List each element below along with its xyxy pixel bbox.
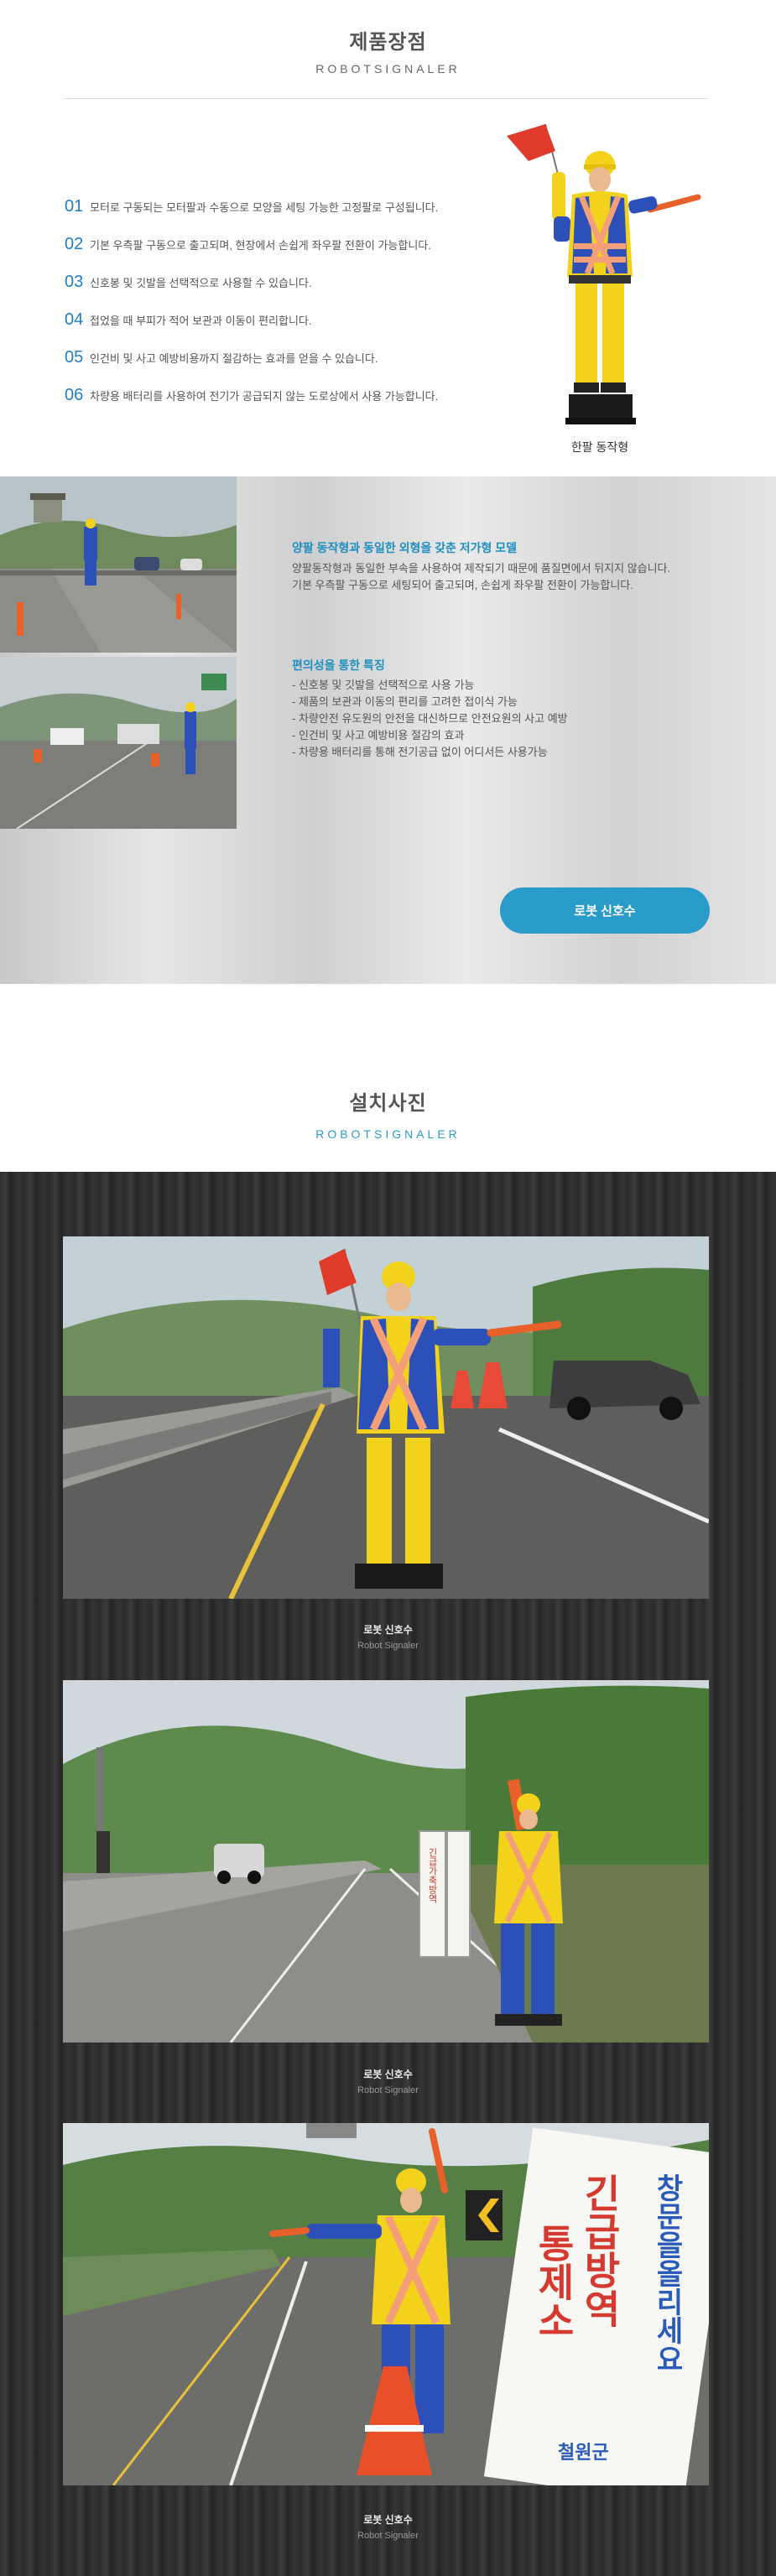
feature-item: 04 접었을 때 부피가 적어 보관과 이동이 편리합니다. xyxy=(65,301,501,339)
feature-number: 06 xyxy=(65,386,84,404)
feature-text: 모터로 구동되는 모터팔과 수동으로 모양을 세팅 가능한 고정팔로 구성됩니다… xyxy=(90,201,439,214)
feature-text: 기본 우측팔 구동으로 출고되며, 현장에서 손쉽게 좌우팔 전환이 가능합니다… xyxy=(90,239,431,252)
install-photo-2: 긴급가축방역 xyxy=(63,1680,709,2043)
caption-english: Robot Signaler xyxy=(357,2531,419,2541)
install-photo-1 xyxy=(63,1236,709,1599)
feature-item: 05 인건비 및 사고 예방비용까지 절감하는 효과를 얻을 수 있습니다. xyxy=(65,339,501,377)
caption-korean: 로봇 신호수 xyxy=(363,2514,413,2526)
feature-number: 05 xyxy=(65,348,84,367)
convenience-item: - 차량용 배터리를 통해 전기공급 없이 어디서든 사용가능 xyxy=(292,746,548,758)
photo-caption: 로봇 신호수 Robot Signaler xyxy=(0,2512,776,2541)
feature-text: 접었을 때 부피가 적어 보관과 이동이 편리합니다. xyxy=(90,315,312,327)
convenience-item: - 제품의 보관과 이동의 편리를 고려한 접이식 가능 xyxy=(292,695,518,708)
divider xyxy=(63,98,709,99)
feature-item: 03 신호봉 및 깃발을 선택적으로 사용할 수 있습니다. xyxy=(65,263,501,301)
caption-english: Robot Signaler xyxy=(357,2085,419,2095)
model-desc-line: 양팔동작형과 동일한 부속을 사용하여 제작되기 때문에 품질면에서 뒤지지 않… xyxy=(292,562,671,575)
roadside-photo-1 xyxy=(0,476,237,653)
caption-korean: 로봇 신호수 xyxy=(363,2069,413,2080)
features-section: 제품장점 ROBOTSIGNALER 01 모터로 구동되는 모터팔과 수동으로 … xyxy=(0,0,776,476)
features-subtitle: ROBOTSIGNALER xyxy=(315,62,461,75)
sign-text-main: 통제소 xyxy=(532,2224,575,2339)
install-header: 설치사진 ROBOTSIGNALER xyxy=(0,984,776,1172)
convenience-item: - 신호봉 및 깃발을 선택적으로 사용 가능 xyxy=(292,679,475,691)
feature-number: 04 xyxy=(65,310,84,329)
feature-text: 차량용 배터리를 사용하여 전기가 공급되지 않는 도로상에서 사용 가능합니다… xyxy=(90,390,439,403)
model-desc-line: 기본 우측팔 구동으로 세팅되어 출고되며, 손쉽게 좌우팔 전환이 가능합니다… xyxy=(292,579,633,591)
sign-text-top: 창문을올리세요 xyxy=(651,2173,683,2373)
feature-item: 01 모터로 구동되는 모터팔과 수동으로 모양을 세팅 가능한 고정팔로 구성됩… xyxy=(65,188,501,226)
sign-text-bottom: 철원군 xyxy=(558,2442,609,2463)
sign-text: 긴급가축방역 xyxy=(427,1848,437,1904)
robot-caption: 한팔 동작형 xyxy=(570,440,629,454)
feature-number: 03 xyxy=(65,273,84,291)
feature-text: 신호봉 및 깃발을 선택적으로 사용할 수 있습니다. xyxy=(90,277,312,289)
feature-number: 01 xyxy=(65,197,84,216)
convenience-item: - 차량안전 유도원의 안전을 대신하므로 안전요원의 사고 예방 xyxy=(292,712,568,725)
photo-caption: 로봇 신호수 Robot Signaler xyxy=(0,1622,776,1651)
features-list: 01 모터로 구동되는 모터팔과 수동으로 모양을 세팅 가능한 고정팔로 구성됩… xyxy=(65,188,501,414)
convenience-list: - 신호봉 및 깃발을 선택적으로 사용 가능 - 제품의 보관과 이동의 편리… xyxy=(292,677,568,761)
install-title: 설치사진 xyxy=(349,1092,427,1115)
photo-caption: 로봇 신호수 Robot Signaler xyxy=(0,2067,776,2095)
model-section: 양팔 동작형과 동일한 외형을 갖춘 저가형 모델 양팔동작형과 동일한 부속을… xyxy=(0,476,776,984)
model-description: 양팔동작형과 동일한 부속을 사용하여 제작되기 때문에 품질면에서 뒤지지 않… xyxy=(292,560,703,594)
feature-number: 02 xyxy=(65,235,84,253)
convenience-item: - 인건비 및 사고 예방비용 절감의 효과 xyxy=(292,729,465,742)
convenience-title: 편의성을 통한 특징 xyxy=(292,658,385,672)
install-photo-3: 창문을올리세요 긴급방역 통제소 철원군 xyxy=(63,2123,709,2485)
features-title: 제품장점 xyxy=(349,31,427,54)
feature-item: 02 기본 우측팔 구동으로 출고되며, 현장에서 손쉽게 좌우팔 전환이 가능합… xyxy=(65,226,501,263)
roadside-photo-2 xyxy=(0,657,237,829)
model-title: 양팔 동작형과 동일한 외형을 갖춘 저가형 모델 xyxy=(292,541,518,554)
caption-english: Robot Signaler xyxy=(357,1641,419,1651)
install-subtitle: ROBOTSIGNALER xyxy=(315,1127,461,1141)
feature-text: 인건비 및 사고 예방비용까지 절감하는 효과를 얻을 수 있습니다. xyxy=(90,352,378,365)
robot-product-image xyxy=(495,117,705,436)
caption-korean: 로봇 신호수 xyxy=(363,1624,413,1636)
sign-text-main: 긴급방역 xyxy=(578,2173,622,2328)
install-gallery: 로봇 신호수 Robot Signaler 긴급가축방역 로봇 신호수 Robo… xyxy=(0,1172,776,2576)
feature-item: 06 차량용 배터리를 사용하여 전기가 공급되지 않는 도로상에서 사용 가능합… xyxy=(65,377,501,414)
robot-signaler-button[interactable]: 로봇 신호수 xyxy=(500,887,710,934)
